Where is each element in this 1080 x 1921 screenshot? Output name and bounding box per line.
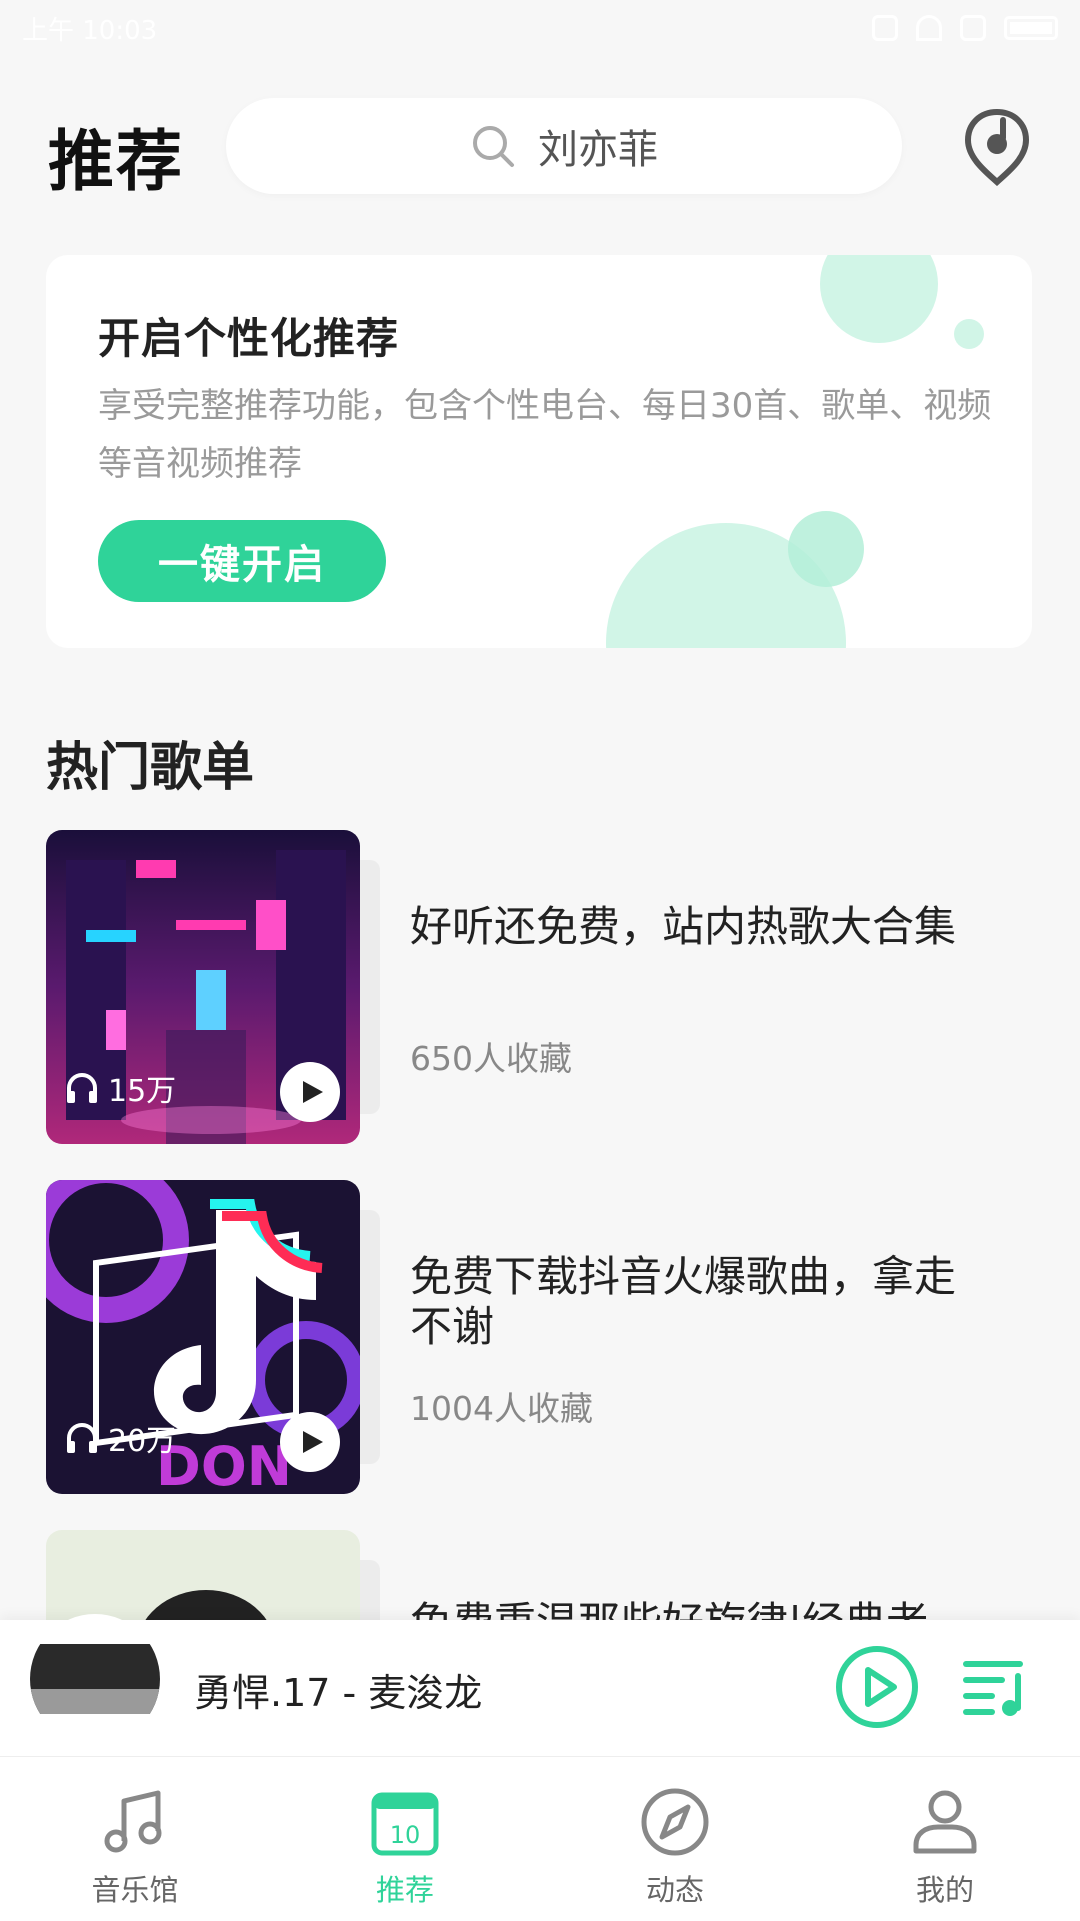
- decor-circle: [820, 255, 938, 343]
- radio-icon[interactable]: [962, 106, 1032, 186]
- play-icon: [303, 1431, 323, 1453]
- mute-icon: [872, 15, 898, 41]
- decor-circle: [788, 511, 864, 587]
- playlist-title: 免费下载抖音火爆歌曲，拿走不谢: [410, 1252, 957, 1351]
- enable-recommend-button[interactable]: 一键开启: [98, 520, 386, 602]
- decor-dot: [954, 319, 984, 349]
- promo-title: 开启个性化推荐: [98, 314, 400, 363]
- calendar-day: 10: [390, 1821, 421, 1849]
- playlist-item[interactable]: 15万 好听还免费，站内热歌大合集 650人收藏: [46, 830, 1036, 1145]
- playlist-favorites: 1004人收藏: [410, 1389, 593, 1428]
- search-input[interactable]: 刘亦菲: [226, 98, 902, 194]
- playlist-queue-icon[interactable]: [962, 1656, 1028, 1718]
- header: 推荐 刘亦菲: [48, 96, 1032, 200]
- tab-recommend[interactable]: 10 推荐: [270, 1757, 540, 1921]
- tab-label: 我的: [915, 1873, 974, 1907]
- headphones-icon: [67, 1073, 97, 1103]
- play-icon: [303, 1081, 323, 1103]
- play-count: 20万: [64, 1416, 176, 1460]
- search-icon: [473, 126, 514, 167]
- page-title: 推荐: [48, 123, 184, 200]
- now-playing-title: 勇悍.17 - 麦浚龙: [194, 1671, 483, 1715]
- tab-activity[interactable]: 动态: [540, 1757, 810, 1921]
- compass-icon: [641, 1788, 709, 1856]
- tab-mine[interactable]: 我的: [810, 1757, 1080, 1921]
- tab-label: 推荐: [375, 1873, 434, 1907]
- play-count-text: 15万: [108, 1074, 177, 1109]
- playlist-favorites: 650人收藏: [410, 1039, 572, 1078]
- playlist-cover[interactable]: 15万: [46, 830, 360, 1144]
- personalized-recommend-card: 开启个性化推荐 享受完整推荐功能，包含个性电台、每日30首、歌单、视频等音视频推…: [46, 255, 1032, 648]
- now-playing-cover[interactable]: [30, 1614, 160, 1744]
- wifi-icon: [916, 15, 942, 41]
- search-placeholder: 刘亦菲: [538, 127, 658, 173]
- person-icon: [913, 1790, 977, 1854]
- status-time: 上午 10:03: [22, 15, 158, 46]
- tab-label: 音乐馆: [91, 1873, 179, 1907]
- bottom-tab-bar: 音乐馆 10 推荐 动态 我的: [0, 1756, 1080, 1921]
- status-bar: 上午 10:03: [0, 0, 1080, 56]
- playlist-title: 好听还免费，站内热歌大合集: [410, 902, 957, 951]
- cover-play-button[interactable]: [280, 1062, 340, 1122]
- battery-icon: [1004, 16, 1058, 40]
- svg-text:DON: DON: [156, 1435, 292, 1494]
- play-count: 15万: [64, 1066, 176, 1110]
- calendar-icon: 10: [371, 1792, 439, 1856]
- tab-label: 动态: [645, 1873, 704, 1907]
- play-count-text: 20万: [108, 1424, 177, 1459]
- cover-play-button[interactable]: [280, 1412, 340, 1472]
- mini-player[interactable]: 勇悍.17 - 麦浚龙: [0, 1614, 1080, 1756]
- play-button[interactable]: [834, 1644, 920, 1730]
- album-art: [30, 1614, 160, 1744]
- music-note-icon: [104, 1790, 162, 1853]
- promo-description: 享受完整推荐功能，包含个性电台、每日30首、歌单、视频等音视频推荐: [98, 386, 992, 484]
- sim-icon: [960, 15, 986, 41]
- tab-music-hall[interactable]: 音乐馆: [0, 1757, 270, 1921]
- headphones-icon: [67, 1423, 97, 1453]
- playlist-cover[interactable]: DON 20万: [46, 1180, 360, 1494]
- section-title: 热门歌单: [46, 738, 255, 798]
- playlist-item[interactable]: DON 20万 免费下载抖音火爆歌曲，拿走不谢 1004人收藏: [46, 1180, 1036, 1495]
